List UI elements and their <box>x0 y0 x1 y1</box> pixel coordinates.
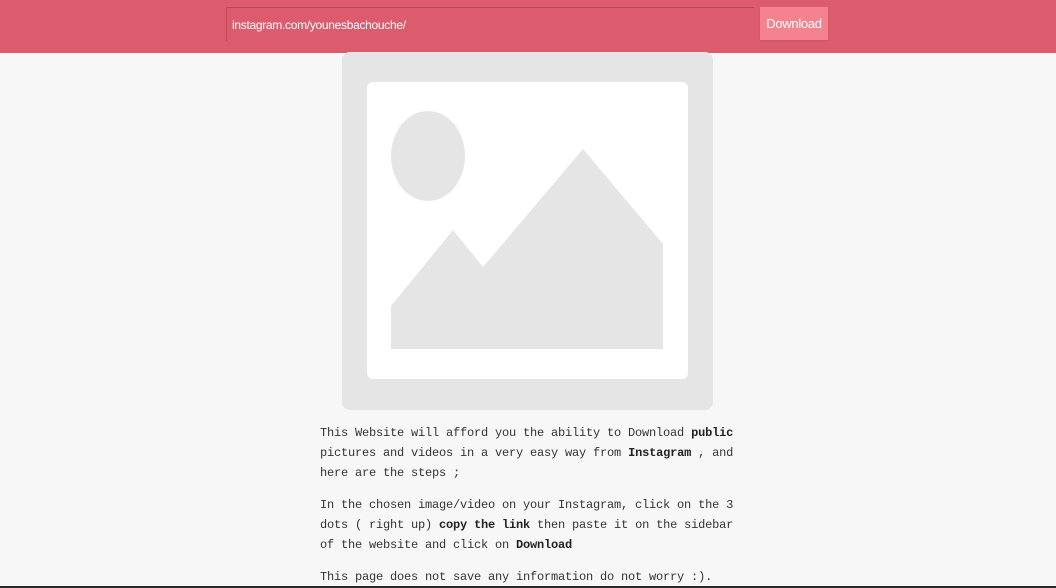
description-paragraph-privacy: This page does not save any information … <box>320 567 750 587</box>
intro-text-1: This Website will afford you the ability… <box>320 426 692 440</box>
intro-emphasis-instagram: Instagram <box>628 446 692 460</box>
description-paragraph-steps: In the chosen image/video on your Instag… <box>320 495 750 555</box>
steps-emphasis-copy-link: copy the link <box>439 518 531 532</box>
image-placeholder-icon <box>342 52 713 410</box>
privacy-text: This page does not save any information … <box>320 570 713 584</box>
top-bar: Download <box>0 0 1056 53</box>
intro-emphasis-public: public <box>691 426 734 440</box>
intro-text-2: pictures and videos in a very easy way f… <box>320 446 629 460</box>
url-input[interactable] <box>226 7 754 41</box>
download-button[interactable]: Download <box>760 7 828 40</box>
image-preview <box>342 52 713 410</box>
description-paragraph-intro: This Website will afford you the ability… <box>320 423 750 483</box>
steps-emphasis-download: Download <box>516 538 573 552</box>
description: This Website will afford you the ability… <box>320 423 750 588</box>
placeholder-sun <box>391 111 465 201</box>
